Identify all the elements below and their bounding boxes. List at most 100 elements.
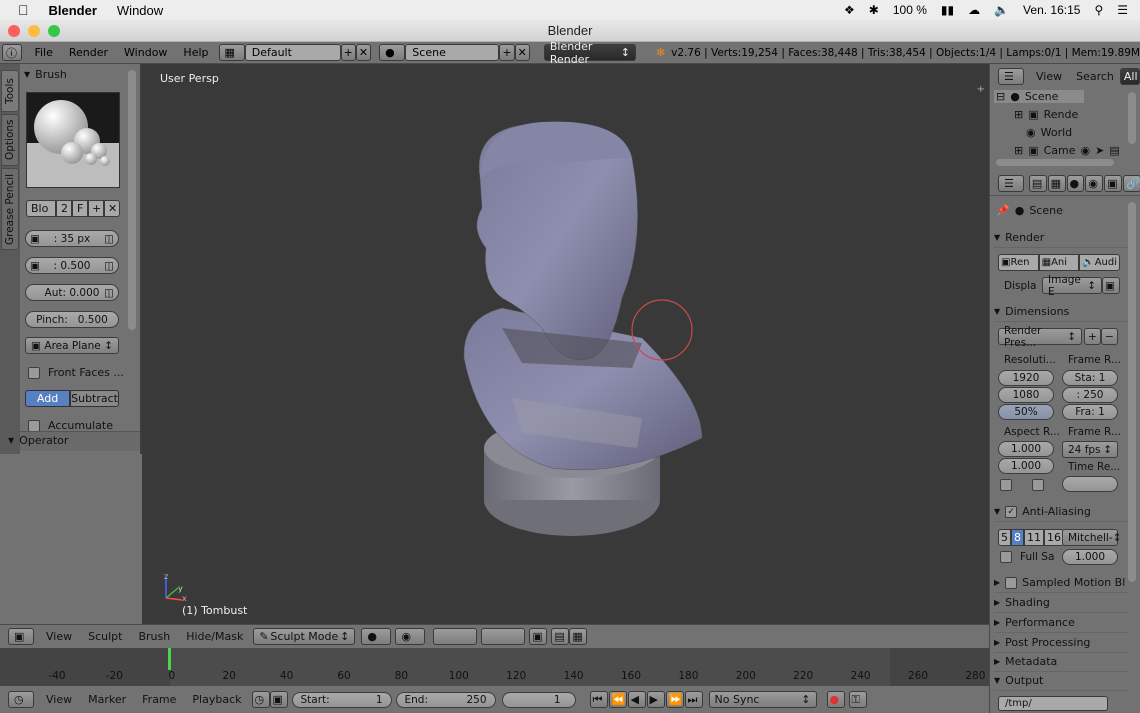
preview-range-icon[interactable]: ◷: [251, 691, 270, 708]
shading-dropdown[interactable]: ●: [361, 628, 392, 645]
performance-panel-header[interactable]: ▶ Performance: [994, 613, 1128, 633]
filter-size-field[interactable]: 1.000: [1062, 549, 1118, 565]
menu-window[interactable]: Window: [124, 46, 167, 59]
menu-view[interactable]: View: [46, 630, 72, 643]
menu-playback[interactable]: Playback: [192, 693, 241, 706]
record-icon[interactable]: ●: [826, 691, 845, 708]
frame-start-field[interactable]: Sta: 1: [1062, 370, 1118, 386]
pivot-dropdown[interactable]: ◉: [395, 628, 426, 645]
play-reverse-icon[interactable]: ◀: [627, 691, 646, 708]
menu-hide-mask[interactable]: Hide/Mask: [186, 630, 243, 643]
brush-fake-user-button[interactable]: F: [72, 200, 88, 217]
keying-icon[interactable]: ⚿: [848, 691, 867, 708]
pressure-icon[interactable]: ◫: [104, 233, 114, 245]
aa-samples-16[interactable]: 16: [1044, 529, 1064, 546]
current-frame-marker[interactable]: [168, 648, 171, 670]
battery-status[interactable]: 100 %: [893, 3, 927, 17]
3d-viewport[interactable]: User Persp + z y x (1) Tombust: [142, 64, 989, 624]
render-panel-header[interactable]: ▼ Render: [994, 228, 1128, 248]
wifi-icon[interactable]: ☁: [968, 3, 980, 17]
scene-tab-icon[interactable]: ●: [1066, 175, 1085, 192]
time-remap-fields[interactable]: [1062, 476, 1118, 492]
timeline-editor-type-button[interactable]: ◷: [8, 691, 34, 708]
pin-icon[interactable]: 📌: [996, 204, 1010, 217]
tool-shelf-scrollbar[interactable]: [128, 70, 136, 330]
aa-samples-8[interactable]: 8: [1011, 529, 1024, 546]
output-path-field[interactable]: /tmp/: [998, 696, 1108, 711]
current-frame-field[interactable]: 1: [501, 691, 576, 708]
lock-interface-icon[interactable]: ▣: [1102, 277, 1120, 294]
apple-icon[interactable]: : [18, 2, 29, 18]
autosmooth-slider[interactable]: Aut: 0.000 ◫: [25, 284, 119, 301]
aspect-y-field[interactable]: 1.000: [998, 458, 1054, 474]
render-toggle-icon[interactable]: ▤: [1109, 144, 1119, 157]
output-panel-header[interactable]: ▼ Output: [994, 671, 1128, 691]
tab-options[interactable]: Options: [1, 114, 19, 166]
prev-key-icon[interactable]: ⏪: [608, 691, 627, 708]
lock-layers-icon[interactable]: ▣: [529, 628, 548, 645]
radius-slider[interactable]: ▣: 35 px ◫: [25, 230, 119, 247]
window-menu[interactable]: Window: [117, 3, 163, 18]
outliner-item-world[interactable]: ◉ World: [1026, 126, 1072, 139]
motion-blur-checkbox[interactable]: [1005, 576, 1018, 589]
object-tab-icon[interactable]: ▣: [1104, 175, 1123, 192]
render-tab-icon[interactable]: ▤: [1028, 175, 1047, 192]
crop-checkbox[interactable]: [1032, 479, 1044, 491]
cursor-icon[interactable]: ➤: [1095, 144, 1104, 157]
pinch-slider[interactable]: Pinch: 0.500: [25, 311, 119, 328]
outliner-vscrollbar[interactable]: [1128, 92, 1136, 144]
layers-tab-icon[interactable]: ▦: [1047, 175, 1066, 192]
mode-dropdown[interactable]: ✎ Sculpt Mode ↕: [253, 628, 356, 645]
aa-samples-11[interactable]: 11: [1024, 529, 1044, 546]
properties-scrollbar[interactable]: [1128, 202, 1136, 582]
aa-filter-dropdown[interactable]: Mitchell- ↕: [1062, 529, 1121, 546]
render-animation-button[interactable]: ▦ Ani: [1038, 254, 1080, 271]
metadata-panel-header[interactable]: ▶ Metadata: [994, 652, 1128, 672]
eye-icon[interactable]: ◉: [1081, 144, 1091, 157]
dimensions-panel-header[interactable]: ▼ Dimensions: [994, 302, 1128, 322]
shading-panel-header[interactable]: ▶ Shading: [994, 593, 1128, 613]
sync-dropdown[interactable]: No Sync ↕: [708, 691, 817, 708]
resolution-percentage-slider[interactable]: 50%: [998, 404, 1054, 420]
layers-row1[interactable]: [433, 628, 478, 645]
minimize-window-button[interactable]: [28, 25, 40, 37]
strength-slider[interactable]: ▣: 0.500 ◫: [25, 257, 119, 274]
frame-step-field[interactable]: Fra: 1: [1062, 404, 1118, 420]
antialiasing-panel-header[interactable]: ▼ ✓ Anti-Aliasing: [994, 502, 1128, 522]
full-sample-checkbox[interactable]: [1000, 551, 1012, 563]
info-editor-type-button[interactable]: ⓘ: [2, 44, 23, 61]
lock-range-icon[interactable]: ▣: [269, 691, 288, 708]
jump-start-icon[interactable]: ⏮: [589, 691, 608, 708]
outliner-item-camera[interactable]: ⊞ ▣ Came ◉ ➤ ▤: [1014, 144, 1120, 157]
scene-selector-button[interactable]: ●: [379, 44, 406, 61]
remove-preset-button[interactable]: −: [1101, 328, 1118, 345]
aa-samples-5[interactable]: 5: [998, 529, 1011, 546]
outliner-editor-type-button[interactable]: ☰: [998, 67, 1024, 85]
render-image-icon[interactable]: ▤: [551, 628, 570, 645]
render-audio-button[interactable]: 🔈 Audi: [1079, 254, 1121, 271]
editor-type-button[interactable]: ▣: [8, 628, 34, 645]
menu-view[interactable]: View: [46, 693, 72, 706]
brush-preview[interactable]: [26, 92, 120, 188]
add-scene-button[interactable]: +: [499, 44, 515, 61]
clock[interactable]: Ven. 16:15: [1023, 3, 1080, 17]
menu-frame[interactable]: Frame: [142, 693, 176, 706]
resolution-x-field[interactable]: 1920: [998, 370, 1054, 386]
app-menu[interactable]: Blender: [49, 3, 97, 18]
timeline[interactable]: -40 -20 0 20 40 60 80 100 120 140 160 180 200 220 240 2…: [0, 648, 989, 686]
render-engine-dropdown[interactable]: Blender Render ↕: [543, 40, 636, 66]
accumulate-checkbox[interactable]: [28, 419, 40, 432]
outliner-item-scene[interactable]: ⊟ ● Scene: [994, 90, 1084, 103]
new-brush-button[interactable]: +: [88, 200, 104, 217]
sculpt-plane-dropdown[interactable]: ▣ Area Plane ↕: [25, 337, 119, 354]
notification-icon[interactable]: ☰: [1117, 3, 1128, 17]
frame-end-field[interactable]: : 250: [1062, 387, 1118, 403]
remove-scene-button[interactable]: ✕: [514, 44, 530, 61]
spotlight-icon[interactable]: ⚲: [1094, 3, 1103, 17]
resolution-y-field[interactable]: 1080: [998, 387, 1054, 403]
render-anim-icon[interactable]: ▦: [569, 628, 588, 645]
motion-blur-panel-header[interactable]: ▶ Sampled Motion Bl: [994, 573, 1128, 593]
outliner-item-render[interactable]: ⊞ ▣ Rende: [1014, 108, 1078, 121]
scene-name-field[interactable]: Scene: [405, 44, 500, 61]
add-button[interactable]: Add: [25, 390, 71, 407]
